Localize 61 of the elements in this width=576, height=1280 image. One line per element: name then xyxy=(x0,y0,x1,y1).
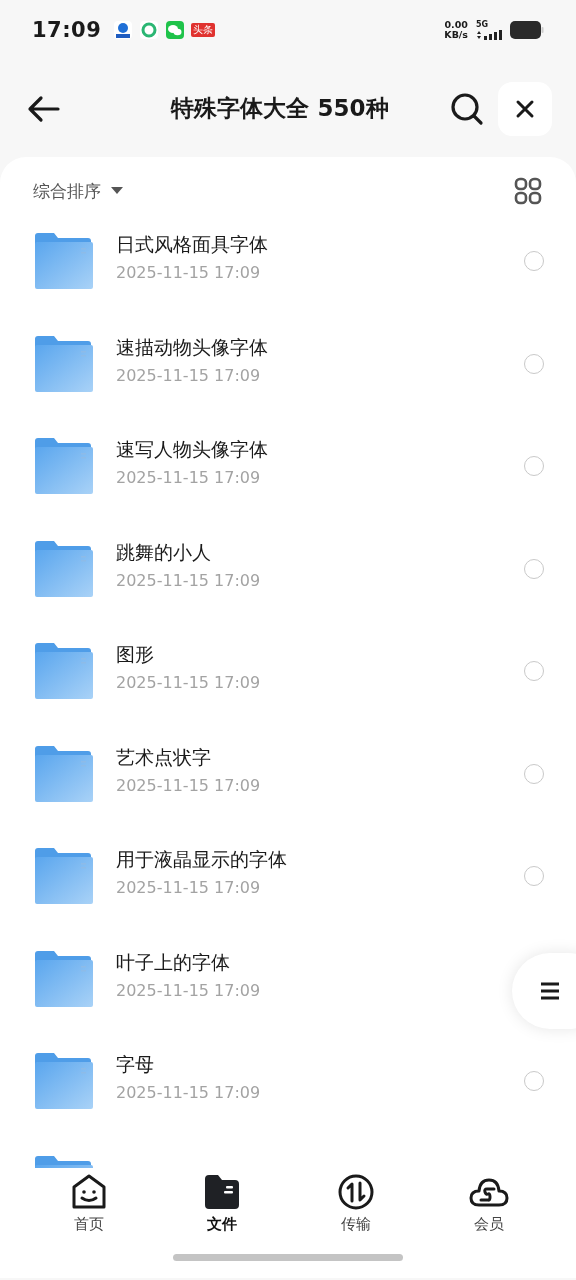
app-notification-icon xyxy=(113,20,134,40)
network-type: 5G xyxy=(476,20,490,30)
folder-name: 图形 xyxy=(116,642,155,667)
menu-icon[interactable] xyxy=(540,982,560,1000)
modified-date: 2025-11-15 17:09 xyxy=(116,878,262,898)
folder-icon xyxy=(34,335,94,392)
folder-name: 用于液晶显示的字体 xyxy=(116,847,288,872)
app-notification-icon xyxy=(139,20,160,40)
folder-icon xyxy=(34,950,94,1007)
folder-row[interactable]: 跳舞的小人 2025-11-15 17:09 xyxy=(0,528,576,631)
folder-icon xyxy=(203,1173,242,1211)
folder-name: 跳舞的小人 xyxy=(116,539,212,565)
folder-icon xyxy=(34,540,94,597)
net-unit: KB/s xyxy=(444,30,468,40)
chat-app-icon xyxy=(165,20,186,40)
modified-date: 2025-11-15 17:09 xyxy=(116,775,262,796)
folder-row[interactable]: 速写人物头像字体 2025-11-15 17:09 xyxy=(0,426,576,529)
modified-date: 2025-11-15 17:09 xyxy=(116,263,262,283)
sort-dropdown[interactable]: 综合排序 xyxy=(33,179,101,203)
folder-icon xyxy=(34,643,94,699)
modified-date: 2025-11-15 17:09 xyxy=(116,365,262,386)
modified-date: 2025-11-15 17:09 xyxy=(116,673,262,693)
folder-name: 艺术点状字 xyxy=(116,744,212,770)
signal-icon xyxy=(476,30,504,40)
folder-name: 日式风格面具字体 xyxy=(116,232,269,257)
folder-row[interactable]: 用于液晶显示的字体 2025-11-15 17:09 xyxy=(0,836,576,939)
folder-name: 速描动物头像字体 xyxy=(116,334,269,360)
back-button[interactable] xyxy=(26,94,60,123)
folder-name: 速写人物头像字体 xyxy=(116,437,269,462)
modified-date: 2025-11-15 17:09 xyxy=(116,468,262,488)
folder-icon xyxy=(34,233,94,289)
app-badge: 头条 xyxy=(191,23,216,37)
folder-name: 叶子上的字体 xyxy=(116,949,231,975)
modified-date: 2025-11-15 17:09 xyxy=(116,570,262,591)
folder-icon xyxy=(34,1053,94,1109)
folder-row[interactable]: 日式风格面具字体 2025-11-15 17:09 xyxy=(0,221,576,324)
folder-row[interactable]: 图形 2025-11-15 17:09 xyxy=(0,631,576,734)
grid-view-icon[interactable] xyxy=(514,177,542,205)
close-icon[interactable] xyxy=(515,98,535,119)
nav-tab[interactable]: 传输 xyxy=(310,1173,401,1234)
nav-tab[interactable]: 会员 xyxy=(444,1173,535,1234)
close-button[interactable] xyxy=(498,81,552,136)
folder-icon xyxy=(34,438,94,494)
folder-row[interactable]: 叶子上的字体 2025-11-15 17:09 xyxy=(0,938,576,1041)
status-time: 17:09 xyxy=(32,18,102,42)
folder-icon xyxy=(34,745,94,802)
nav-tab[interactable]: 文件 xyxy=(177,1173,268,1234)
battery-icon xyxy=(510,20,544,40)
nav-tab[interactable]: 首页 xyxy=(43,1173,134,1234)
caret-icon[interactable] xyxy=(111,187,123,195)
folder-row[interactable]: 速描动物头像字体 2025-11-15 17:09 xyxy=(0,323,576,426)
search-button[interactable] xyxy=(450,91,484,126)
page-title: 特殊字体大全 550种 xyxy=(169,94,390,123)
folder-row[interactable]: 艺术点状字 2025-11-15 17:09 xyxy=(0,733,576,836)
transfer-icon xyxy=(336,1173,375,1211)
net-speed: 0.00 xyxy=(444,20,468,30)
folder-name: 字母 xyxy=(116,1052,155,1077)
folder-icon xyxy=(34,848,94,904)
modified-date: 2025-11-15 17:09 xyxy=(116,980,262,1001)
folder-row[interactable]: 字母 2025-11-15 17:09 xyxy=(0,1041,576,1144)
modified-date: 2025-11-15 17:09 xyxy=(116,1083,262,1103)
